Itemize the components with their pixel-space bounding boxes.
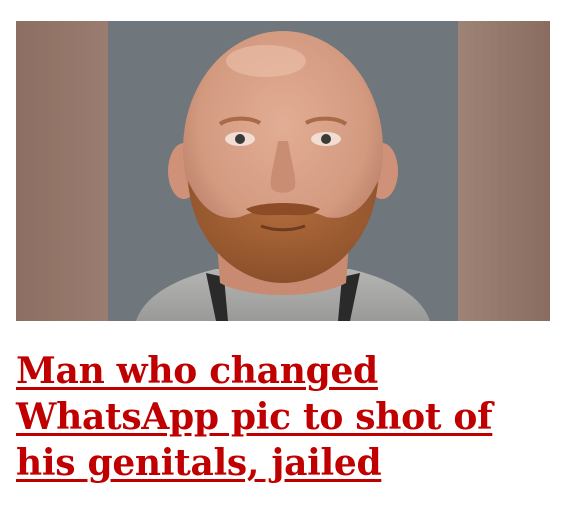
headline-link[interactable]: Man who changed WhatsApp pic to shot of …: [16, 348, 550, 486]
article-card[interactable]: Man who changed WhatsApp pic to shot of …: [16, 21, 550, 486]
mugshot-illustration: [16, 21, 550, 321]
article-image[interactable]: [16, 21, 550, 321]
